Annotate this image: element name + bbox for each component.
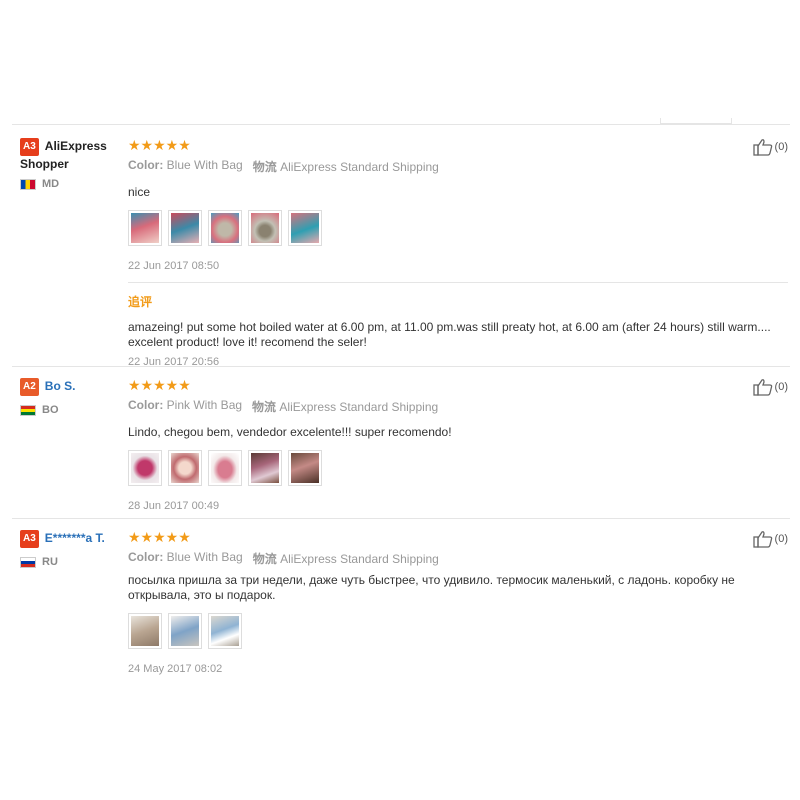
helpful-count: (0) <box>774 533 788 545</box>
color-value: Pink With Bag <box>166 398 243 412</box>
reviewer-info: A3 AliExpress Shopper MD <box>20 138 120 190</box>
country-flag-icon <box>20 404 36 416</box>
helpful-button[interactable]: (0) <box>752 138 788 156</box>
review-text: посылка пришла за три недели, даже чуть … <box>128 573 735 602</box>
review-photo-thumbnail[interactable] <box>288 210 322 246</box>
review-content: ★★★★★ Color: Blue With Bag 物流 AliExpress… <box>128 530 788 675</box>
level-badge: A3 <box>20 530 39 548</box>
review-photo-thumbnail[interactable] <box>208 613 242 649</box>
color-label: Color: <box>128 158 164 172</box>
review-photo-thumbnail[interactable] <box>168 450 202 486</box>
reviewer-country: MD <box>20 178 120 190</box>
review-date: 24 May 2017 08:02 <box>128 663 223 675</box>
color-label: Color: <box>128 398 164 412</box>
color-value: Blue With Bag <box>166 550 243 564</box>
country-flag-icon <box>20 556 36 568</box>
order-info: Color: Pink With Bag 物流 AliExpress Stand… <box>128 398 788 415</box>
shipping-label: 物流 <box>252 160 277 174</box>
star-rating: ★★★★★ <box>128 377 191 393</box>
reviewer-country: RU <box>20 556 120 568</box>
review-photo-thumbnail[interactable] <box>248 450 282 486</box>
level-badge: A2 <box>20 378 39 396</box>
star-rating: ★★★★★ <box>128 529 191 545</box>
shipping-value: AliExpress Standard Shipping <box>279 400 439 414</box>
reviewer-name[interactable]: A2 Bo S. <box>20 378 120 396</box>
level-badge: A3 <box>20 138 39 156</box>
review-photo-thumbnail[interactable] <box>208 450 242 486</box>
country-flag-icon <box>20 178 36 190</box>
review-photo-thumbnail[interactable] <box>248 210 282 246</box>
followup-label: 追评 <box>128 295 153 309</box>
review-photos <box>128 210 788 246</box>
shipping-label: 物流 <box>252 400 277 414</box>
review-text: Lindo, chegou bem, vendedor excelente!!!… <box>128 425 452 439</box>
review-content: ★★★★★ Color: Blue With Bag 物流 AliExpress… <box>128 138 788 368</box>
thumbs-up-icon <box>752 139 772 156</box>
reviewer-name-text[interactable]: E*******a T. <box>45 531 105 545</box>
review-photos <box>128 613 788 649</box>
shipping-label: 物流 <box>252 552 277 566</box>
order-info: Color: Blue With Bag 物流 AliExpress Stand… <box>128 550 788 567</box>
review-photos <box>128 450 788 486</box>
reviewer-name: A3 AliExpress Shopper <box>20 138 120 172</box>
helpful-button[interactable]: (0) <box>752 378 788 396</box>
reviewer-name[interactable]: A3 E*******a T. <box>20 530 120 548</box>
review-photo-thumbnail[interactable] <box>128 450 162 486</box>
shipping-value: AliExpress Standard Shipping <box>280 552 439 566</box>
top-divider <box>12 124 790 125</box>
reviewer-name-text[interactable]: Bo S. <box>45 379 76 393</box>
thumbs-up-icon <box>752 379 772 396</box>
reviewer-info: A3 E*******a T. RU <box>20 530 120 568</box>
order-info: Color: Blue With Bag 物流 AliExpress Stand… <box>128 158 788 175</box>
review-photo-thumbnail[interactable] <box>208 210 242 246</box>
reviewer-country: BO <box>20 404 120 416</box>
country-code: RU <box>42 556 58 568</box>
country-code: BO <box>42 404 59 416</box>
helpful-count: (0) <box>774 141 788 153</box>
followup-divider <box>128 282 788 283</box>
reviewer-info: A2 Bo S. BO <box>20 378 120 416</box>
review-content: ★★★★★ Color: Pink With Bag 物流 AliExpress… <box>128 378 788 512</box>
review-date: 22 Jun 2017 08:50 <box>128 260 220 272</box>
review-divider <box>12 518 790 519</box>
review-divider <box>12 366 790 367</box>
review-photo-thumbnail[interactable] <box>168 613 202 649</box>
review-photo-thumbnail[interactable] <box>128 613 162 649</box>
review-photo-thumbnail[interactable] <box>168 210 202 246</box>
star-rating: ★★★★★ <box>128 137 191 153</box>
country-code: MD <box>42 178 60 190</box>
thumbs-up-icon <box>752 531 772 548</box>
helpful-button[interactable]: (0) <box>752 530 788 548</box>
shipping-value: AliExpress Standard Shipping <box>280 160 439 174</box>
review-text: nice <box>128 185 151 199</box>
helpful-count: (0) <box>774 381 788 393</box>
followup-text: amazeing! put some hot boiled water at 6… <box>128 320 771 349</box>
review-photo-thumbnail[interactable] <box>128 210 162 246</box>
review-date: 28 Jun 2017 00:49 <box>128 500 220 512</box>
color-label: Color: <box>128 550 164 564</box>
review-photo-thumbnail[interactable] <box>288 450 322 486</box>
color-value: Blue With Bag <box>166 158 243 172</box>
